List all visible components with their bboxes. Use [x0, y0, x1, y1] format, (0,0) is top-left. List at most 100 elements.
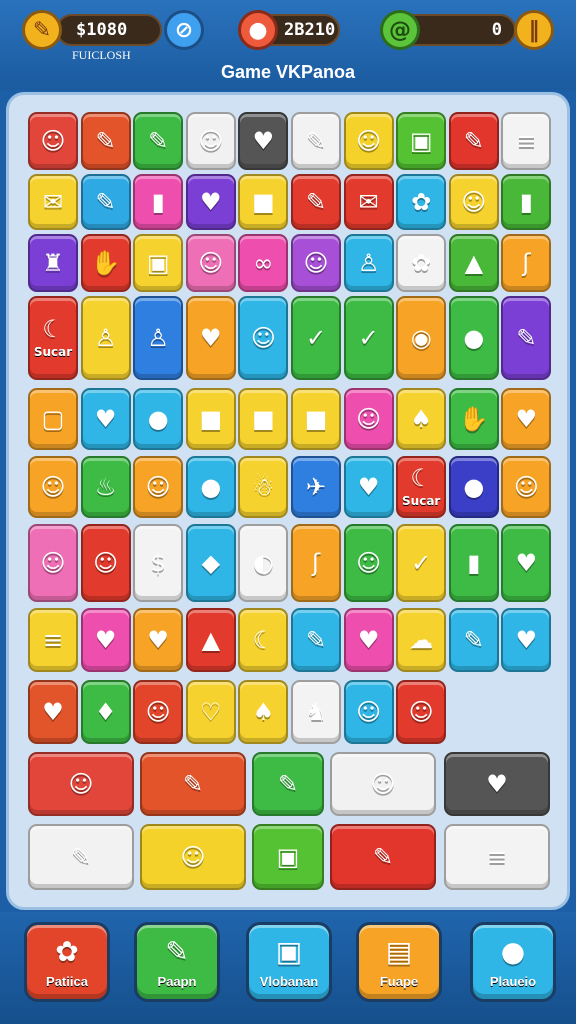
board-tile[interactable]: ♡: [185, 680, 236, 744]
board-tile[interactable]: ʃ: [501, 234, 552, 292]
board-tile[interactable]: ✿: [396, 174, 447, 230]
board-tile[interactable]: ✓: [291, 296, 341, 380]
gem-button[interactable]: ⊘: [164, 10, 204, 50]
board-tile[interactable]: ✓: [396, 524, 447, 602]
board-tile[interactable]: ☺: [343, 112, 394, 170]
board-tile[interactable]: ✎: [291, 112, 341, 170]
board-tile[interactable]: ✎: [501, 296, 552, 380]
board-tile[interactable]: ■: [291, 388, 341, 450]
board-tile[interactable]: ☺: [343, 524, 394, 602]
board-tile[interactable]: ✎: [291, 174, 341, 230]
board-tile-wide[interactable]: ♥: [444, 752, 550, 816]
board-tile[interactable]: ☾ Sucar: [396, 456, 447, 518]
board-tile-wide[interactable]: ▣: [252, 824, 324, 890]
board-tile[interactable]: ✎: [80, 174, 131, 230]
board-tile[interactable]: ✋: [448, 388, 499, 450]
board-tile[interactable]: ≡: [501, 112, 552, 170]
board-tile[interactable]: ♥: [185, 296, 236, 380]
board-tile[interactable]: ♨: [80, 456, 131, 518]
menu-button-vlobanan[interactable]: ▣ Vlobanan: [246, 922, 332, 1002]
board-tile[interactable]: ▣: [133, 234, 184, 292]
board-tile[interactable]: ■: [238, 174, 289, 230]
board-tile[interactable]: ▣: [396, 112, 447, 170]
board-tile[interactable]: ☺: [343, 388, 394, 450]
board-tile[interactable]: ●: [133, 388, 184, 450]
board-tile[interactable]: ☺: [80, 524, 131, 602]
board-tile[interactable]: ◉: [396, 296, 447, 380]
board-tile[interactable]: ♥: [133, 608, 184, 672]
board-tile[interactable]: ♞: [291, 680, 341, 744]
board-tile[interactable]: ☺: [28, 456, 78, 518]
board-tile[interactable]: ☺: [185, 234, 236, 292]
board-tile-wide[interactable]: ✎: [330, 824, 436, 890]
board-tile[interactable]: ♥: [501, 608, 552, 672]
board-tile[interactable]: ♙: [80, 296, 131, 380]
board-tile[interactable]: ✓: [343, 296, 394, 380]
board-tile[interactable]: ●: [185, 456, 236, 518]
board-tile[interactable]: ♥: [343, 608, 394, 672]
board-tile[interactable]: ◆: [185, 524, 236, 602]
board-tile[interactable]: ▲: [185, 608, 236, 672]
board-tile[interactable]: ♥: [80, 608, 131, 672]
board-tile[interactable]: ♜: [28, 234, 78, 292]
board-tile[interactable]: ●: [448, 456, 499, 518]
board-tile-wide[interactable]: ☺: [28, 752, 134, 816]
board-tile[interactable]: ☺: [133, 456, 184, 518]
board-tile-wide[interactable]: ≡: [444, 824, 550, 890]
board-tile-wide[interactable]: ☺: [140, 824, 246, 890]
board-tile[interactable]: ●: [448, 296, 499, 380]
board-tile[interactable]: ✎: [80, 112, 131, 170]
board-tile[interactable]: ♥: [28, 680, 78, 744]
board-tile[interactable]: ♥: [80, 388, 131, 450]
board-tile[interactable]: ♙: [343, 234, 394, 292]
board-tile[interactable]: ʃ: [291, 524, 341, 602]
board-tile[interactable]: ☾ Sucar: [28, 296, 78, 380]
board-tile[interactable]: ♥: [501, 524, 552, 602]
board-tile[interactable]: ♠: [238, 680, 289, 744]
board-tile[interactable]: ♙: [133, 296, 184, 380]
board-tile[interactable]: ☁: [396, 608, 447, 672]
board-tile[interactable]: ☾: [238, 608, 289, 672]
menu-button-patiica[interactable]: ✿ Patiica: [24, 922, 110, 1002]
board-tile[interactable]: ♦: [80, 680, 131, 744]
board-tile[interactable]: ▢: [28, 388, 78, 450]
board-tile-wide[interactable]: ☺: [330, 752, 436, 816]
board-tile-wide[interactable]: ✎: [140, 752, 246, 816]
board-tile[interactable]: ☺: [238, 296, 289, 380]
board-tile[interactable]: ☃: [238, 456, 289, 518]
board-tile[interactable]: ≡: [28, 608, 78, 672]
board-tile[interactable]: ✎: [448, 608, 499, 672]
board-tile[interactable]: ✎: [448, 112, 499, 170]
board-tile[interactable]: ■: [185, 388, 236, 450]
board-tile[interactable]: ✎: [291, 608, 341, 672]
pause-button[interactable]: ‖: [514, 10, 554, 50]
board-tile-wide[interactable]: ✎: [28, 824, 134, 890]
board-tile[interactable]: ☺: [396, 680, 447, 744]
menu-button-paapn[interactable]: ✎ Paapn: [134, 922, 220, 1002]
board-tile[interactable]: ▮: [133, 174, 184, 230]
board-tile[interactable]: ♥: [185, 174, 236, 230]
board-tile[interactable]: ✉: [343, 174, 394, 230]
board-tile[interactable]: ▮: [448, 524, 499, 602]
board-tile[interactable]: ♥: [343, 456, 394, 518]
board-tile[interactable]: ♥: [238, 112, 289, 170]
board-tile[interactable]: ☺: [291, 234, 341, 292]
board-tile[interactable]: ☺: [185, 112, 236, 170]
board-tile[interactable]: ✿: [396, 234, 447, 292]
board-tile[interactable]: ☺: [133, 680, 184, 744]
board-tile-wide[interactable]: ✎: [252, 752, 324, 816]
board-tile[interactable]: ▲: [448, 234, 499, 292]
board-tile[interactable]: ♠: [396, 388, 447, 450]
menu-button-fuape[interactable]: ▤ Fuape: [356, 922, 442, 1002]
menu-button-plaueio[interactable]: ● Plaueio: [470, 922, 556, 1002]
board-tile[interactable]: ✋: [80, 234, 131, 292]
board-tile[interactable]: ▮: [501, 174, 552, 230]
board-tile[interactable]: ✉: [28, 174, 78, 230]
board-tile[interactable]: ☺: [501, 456, 552, 518]
board-tile[interactable]: ■: [238, 388, 289, 450]
board-tile[interactable]: ✈: [291, 456, 341, 518]
board-tile[interactable]: ∞: [238, 234, 289, 292]
board-tile[interactable]: ✎: [133, 112, 184, 170]
board-tile[interactable]: ☺: [343, 680, 394, 744]
board-tile[interactable]: ◐: [238, 524, 289, 602]
